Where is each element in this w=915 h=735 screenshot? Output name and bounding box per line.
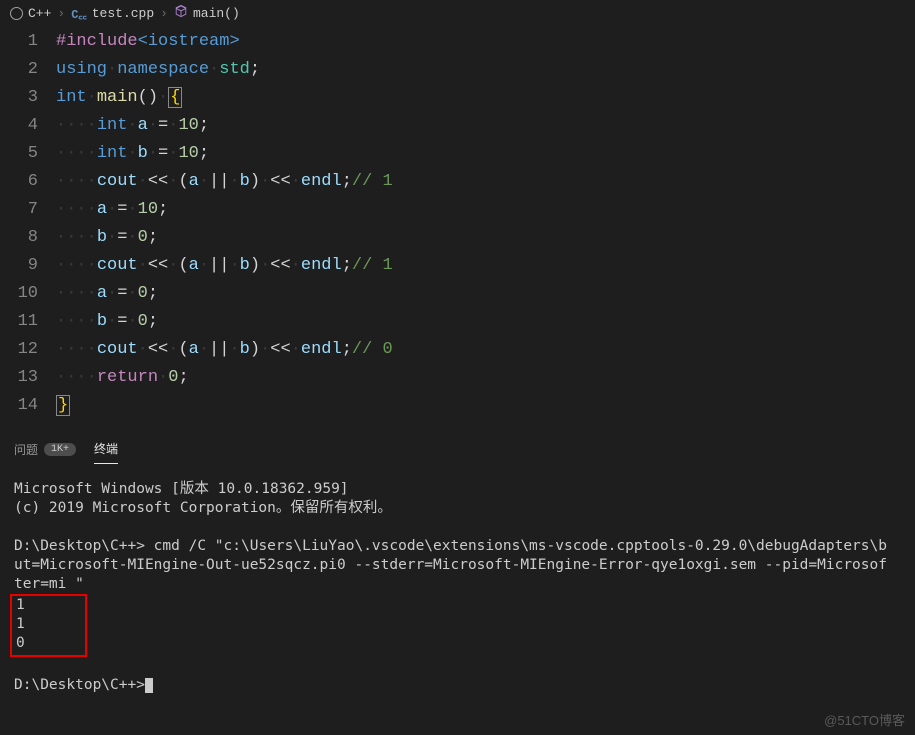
token-comment: // 1	[352, 256, 393, 275]
tab-problems[interactable]: 问题 1K+	[14, 435, 76, 464]
terminal-prompt: D:\Desktop\C++>	[14, 677, 145, 693]
token-ident: cout	[97, 172, 138, 191]
token-type: int	[56, 88, 87, 107]
token-keyword: return	[97, 368, 158, 387]
line-number: 14	[0, 392, 38, 420]
token-ident: b	[240, 256, 250, 275]
circle-icon	[10, 7, 23, 20]
terminal-prompt: D:\Desktop\C++>	[14, 538, 145, 554]
panel-tabs: 问题 1K+ 终端	[14, 434, 901, 464]
token-ident: a	[189, 172, 199, 191]
bottom-panel: 问题 1K+ 终端 Microsoft Windows [版本 10.0.183…	[0, 434, 915, 695]
breadcrumb-item-symbol[interactable]: main()	[174, 4, 240, 22]
token-ident: b	[97, 228, 107, 247]
terminal-output-line: 1	[16, 616, 25, 632]
watermark: @51CTO博客	[824, 710, 905, 729]
token-ident: b	[138, 144, 148, 163]
token-operator: ||	[209, 340, 229, 359]
token-keyword: namespace	[117, 60, 209, 79]
open-brace: {	[168, 87, 182, 108]
chevron-right-icon: ›	[57, 6, 65, 21]
breadcrumb: C++ › C꜀꜀ test.cpp › main()	[0, 0, 915, 26]
breadcrumb-item-root[interactable]: C++	[10, 6, 51, 21]
token-number: 10	[178, 116, 198, 135]
token-ident: endl	[301, 172, 342, 191]
terminal-line: (c) 2019 Microsoft Corporation。保留所有权利。	[14, 500, 392, 516]
token-comment: // 1	[352, 172, 393, 191]
line-number: 8	[0, 224, 38, 252]
token-comment: // 0	[352, 340, 393, 359]
token-number: 0	[138, 284, 148, 303]
token-ident: a	[189, 340, 199, 359]
breadcrumb-item-file[interactable]: C꜀꜀ test.cpp	[71, 5, 154, 22]
token-macro: #include	[56, 32, 138, 51]
token-ident: a	[97, 284, 107, 303]
token-ident: a	[189, 256, 199, 275]
token-ident: b	[240, 172, 250, 191]
token-number: 0	[138, 228, 148, 247]
token-ident: cout	[97, 340, 138, 359]
token-number: 10	[138, 200, 158, 219]
token-number: 10	[178, 144, 198, 163]
close-brace: }	[56, 395, 70, 416]
token-operator: ||	[209, 172, 229, 191]
token-ident: b	[97, 312, 107, 331]
token-include: <iostream>	[138, 32, 240, 51]
problems-count-badge: 1K+	[44, 443, 76, 456]
line-number: 12	[0, 336, 38, 364]
breadcrumb-label: main()	[193, 6, 240, 21]
terminal-cursor	[145, 678, 153, 693]
token-keyword: using	[56, 60, 107, 79]
token-ident: b	[240, 340, 250, 359]
line-number: 5	[0, 140, 38, 168]
line-number: 7	[0, 196, 38, 224]
token-function: main	[97, 88, 138, 107]
tab-label: 问题	[14, 441, 38, 458]
token-type: int	[97, 116, 128, 135]
output-highlight-box: 1 1 0	[10, 594, 87, 657]
token-ident: a	[97, 200, 107, 219]
line-number: 9	[0, 252, 38, 280]
tab-label: 终端	[94, 440, 118, 457]
terminal-output[interactable]: Microsoft Windows [版本 10.0.18362.959] (c…	[14, 480, 901, 695]
terminal-line: ter=mi "	[14, 576, 84, 592]
terminal-line: Microsoft Windows [版本 10.0.18362.959]	[14, 481, 349, 497]
code-editor[interactable]: 1 2 3 4 5 6 7 8 9 10 11 12 13 14 #includ…	[0, 26, 915, 420]
terminal-output-line: 0	[16, 635, 25, 651]
cpp-file-icon: C꜀꜀	[71, 5, 87, 22]
chevron-right-icon: ›	[160, 6, 168, 21]
code-content[interactable]: #include<iostream> using·namespace·std; …	[56, 28, 915, 420]
token-namespace: std	[219, 60, 250, 79]
line-number: 10	[0, 280, 38, 308]
line-number: 1	[0, 28, 38, 56]
line-number: 3	[0, 84, 38, 112]
line-number-gutter: 1 2 3 4 5 6 7 8 9 10 11 12 13 14	[0, 28, 56, 420]
token-ident: endl	[301, 256, 342, 275]
line-number: 4	[0, 112, 38, 140]
token-number: 0	[138, 312, 148, 331]
line-number: 6	[0, 168, 38, 196]
token-ident: cout	[97, 256, 138, 275]
breadcrumb-label: test.cpp	[92, 6, 154, 21]
method-icon	[174, 4, 188, 22]
breadcrumb-label: C++	[28, 6, 51, 21]
terminal-line: ut=Microsoft-MIEngine-Out-ue52sqcz.pi0 -…	[14, 557, 887, 573]
line-number: 13	[0, 364, 38, 392]
token-type: int	[97, 144, 128, 163]
token-operator: ||	[209, 256, 229, 275]
token-ident: endl	[301, 340, 342, 359]
line-number: 2	[0, 56, 38, 84]
terminal-line: cmd /C "c:\Users\LiuYao\.vscode\extensio…	[145, 538, 887, 554]
terminal-output-line: 1	[16, 597, 25, 613]
line-number: 11	[0, 308, 38, 336]
token-number: 0	[168, 368, 178, 387]
token-ident: a	[138, 116, 148, 135]
tab-terminal[interactable]: 终端	[94, 434, 118, 464]
